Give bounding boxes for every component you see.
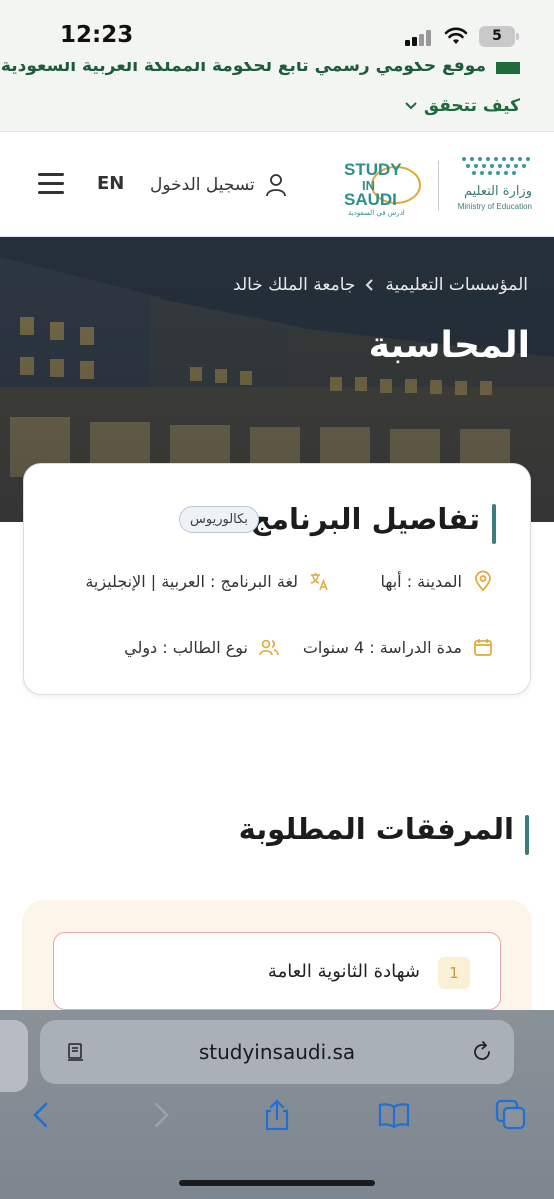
login-label: تسجيل الدخول	[150, 175, 255, 195]
language-toggle[interactable]: EN	[97, 173, 124, 194]
student-type-info: نوع الطالب : دولي	[124, 636, 280, 658]
status-time: 12:23	[60, 22, 134, 48]
signal-icon	[405, 30, 433, 46]
forward-icon[interactable]	[144, 1098, 178, 1132]
student-type-text: نوع الطالب : دولي	[124, 637, 248, 657]
home-indicator	[179, 1180, 375, 1186]
share-icon[interactable]	[260, 1098, 294, 1132]
tabs-icon[interactable]	[494, 1098, 528, 1132]
breadcrumb: المؤسسات التعليمية جامعة الملك خالد	[233, 275, 528, 295]
chevron-down-icon	[405, 102, 417, 110]
breadcrumb-item-institutions[interactable]: المؤسسات التعليمية	[385, 275, 528, 295]
city-info: المدينة : أبها	[380, 570, 494, 592]
page-title: المحاسبة	[368, 325, 530, 366]
attachment-number: 1	[438, 957, 470, 989]
degree-badge: بكالوريوس	[179, 506, 259, 533]
language-info: لغة البرنامج : العربية | الإنجليزية	[85, 570, 330, 592]
section-accent-bar	[492, 504, 496, 544]
city-text: المدينة : أبها	[380, 571, 462, 591]
ministry-of-education-logo[interactable]: وزارة التعليم Ministry of Education	[452, 153, 536, 219]
gov-banner: موقع حكومي رسمي تابع لحكومة المملكة العر…	[0, 62, 554, 132]
back-icon[interactable]	[24, 1098, 58, 1132]
duration-info: مدة الدراسة : 4 سنوات	[303, 636, 494, 658]
status-bar: 12:23 5	[0, 0, 554, 62]
address-bar[interactable]: studyinsaudi.sa	[40, 1020, 514, 1084]
program-details-card: تفاصيل البرنامج بكالوريوس المدينة : أبها…	[23, 463, 531, 695]
previous-tab-preview[interactable]	[0, 1020, 28, 1092]
browser-toolbar: studyinsaudi.sa	[0, 1010, 554, 1199]
battery-icon: 5	[479, 26, 519, 47]
login-button[interactable]: تسجيل الدخول	[150, 173, 287, 197]
users-icon	[259, 639, 279, 656]
section-accent-bar	[525, 815, 529, 855]
chevron-left-icon	[366, 279, 374, 291]
breadcrumb-item-university[interactable]: جامعة الملك خالد	[233, 275, 355, 295]
attachment-item[interactable]: 1 شهادة الثانوية العامة	[53, 932, 501, 1010]
reader-mode-icon[interactable]	[66, 1042, 86, 1062]
saudi-flag-icon	[496, 62, 520, 74]
site-header: EN تسجيل الدخول STUDY IN SAUDI ادرس في ا…	[0, 133, 554, 237]
study-in-saudi-logo[interactable]: STUDY IN SAUDI ادرس في السعودية	[340, 157, 424, 217]
svg-text:SAUDI: SAUDI	[344, 190, 397, 209]
svg-text:STUDY: STUDY	[344, 160, 402, 179]
reload-icon[interactable]	[470, 1040, 494, 1064]
menu-icon[interactable]	[38, 173, 64, 195]
verify-label: كيف تتحقق	[423, 96, 520, 116]
language-text: لغة البرنامج : العربية | الإنجليزية	[85, 571, 298, 591]
calendar-icon	[474, 639, 492, 656]
svg-text:وزارة التعليم: وزارة التعليم	[464, 184, 532, 199]
wifi-icon	[444, 27, 468, 44]
logo-divider	[438, 161, 439, 211]
program-details-title: تفاصيل البرنامج	[250, 502, 480, 536]
attachment-label: شهادة الثانوية العامة	[267, 961, 420, 982]
location-pin-icon	[475, 570, 491, 592]
attachments-title: المرفقات المطلوبة	[238, 812, 514, 846]
gov-banner-text: موقع حكومي رسمي تابع لحكومة المملكة العر…	[0, 62, 486, 76]
duration-text: مدة الدراسة : 4 سنوات	[302, 637, 462, 657]
svg-text:Ministry of Education: Ministry of Education	[458, 202, 532, 211]
verify-link[interactable]: كيف تتحقق	[404, 96, 520, 116]
bookmarks-icon[interactable]	[377, 1098, 411, 1132]
svg-text:ادرس في السعودية: ادرس في السعودية	[348, 209, 405, 217]
translate-icon	[310, 573, 328, 591]
url-text: studyinsaudi.sa	[198, 1040, 356, 1064]
user-icon	[265, 174, 286, 197]
